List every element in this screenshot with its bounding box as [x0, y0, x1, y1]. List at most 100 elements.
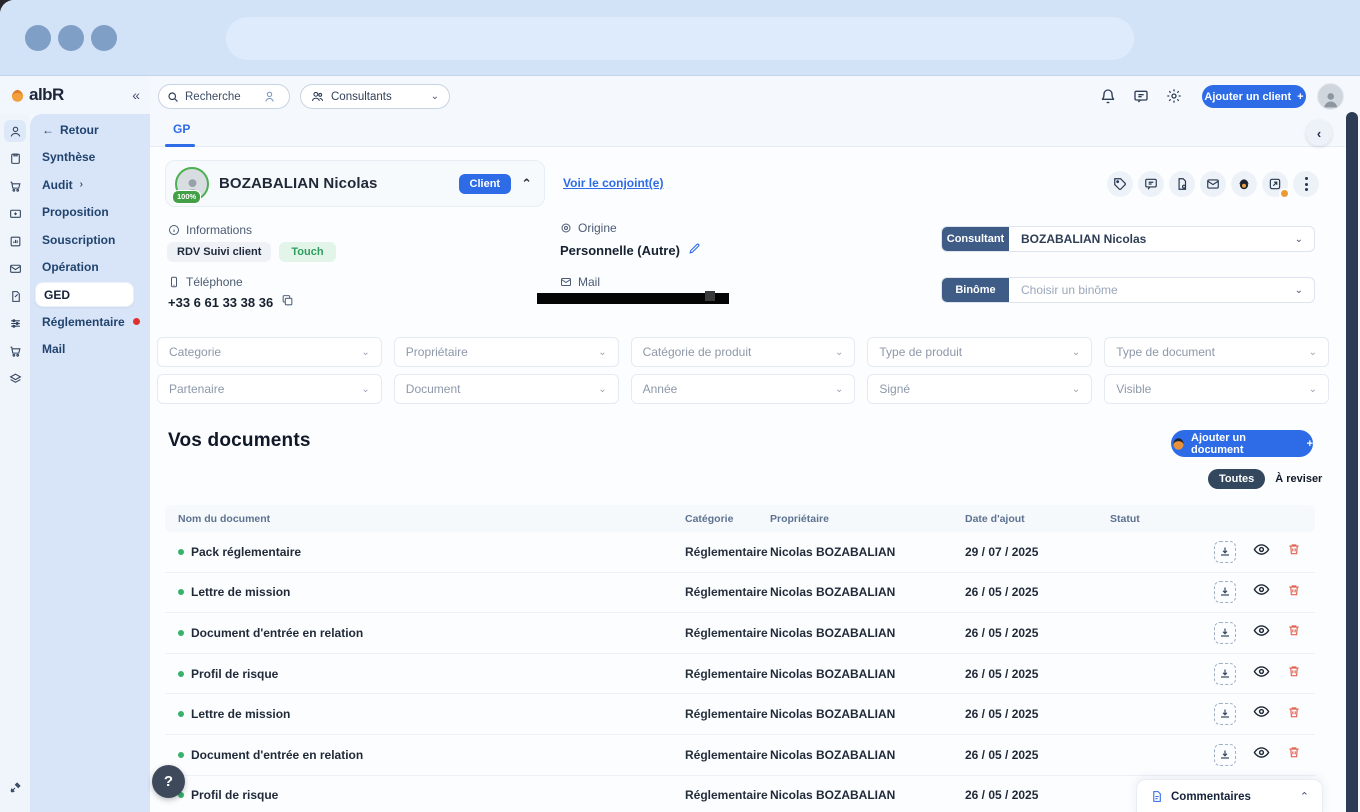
- document-edit-icon[interactable]: [4, 285, 26, 307]
- sidebar-collapse-icon[interactable]: «: [132, 87, 140, 103]
- eye-icon[interactable]: [1253, 581, 1270, 603]
- panel-collapse-button[interactable]: ‹: [1306, 120, 1332, 146]
- client-avatar: 100%: [175, 167, 209, 201]
- help-button[interactable]: ?: [152, 765, 185, 798]
- user-avatar[interactable]: [1317, 83, 1344, 110]
- user-icon[interactable]: [4, 120, 26, 142]
- trash-icon[interactable]: [1287, 542, 1301, 561]
- table-row[interactable]: Document d'entrée en relation Réglementa…: [165, 613, 1315, 654]
- table-header: Nom du document Catégorie Propriétaire D…: [165, 505, 1315, 532]
- chat-icon[interactable]: [1133, 88, 1149, 109]
- sidebar-item-ged[interactable]: GED: [35, 282, 134, 307]
- mascot-icon[interactable]: [1231, 171, 1257, 197]
- mail-label: Mail: [560, 275, 600, 289]
- consultant-select[interactable]: Consultant BOZABALIAN Nicolas ⌄: [941, 226, 1315, 252]
- comment-doc-icon: [1150, 790, 1163, 803]
- sidebar-item-mail[interactable]: Mail: [30, 336, 150, 364]
- add-client-button[interactable]: Ajouter un client +: [1202, 85, 1306, 108]
- chart-icon[interactable]: [4, 230, 26, 252]
- eye-icon[interactable]: [1253, 622, 1270, 644]
- client-summary-card[interactable]: 100% BOZABALIAN Nicolas Client ⌃: [165, 160, 545, 207]
- status-green-dot: [178, 752, 184, 758]
- eye-icon[interactable]: [1253, 541, 1270, 563]
- comments-panel[interactable]: Commentaires ⌃: [1136, 779, 1323, 812]
- add-document-button[interactable]: Ajouter un document +: [1171, 430, 1313, 457]
- sidebar-item-proposition[interactable]: Proposition: [30, 199, 150, 227]
- binome-select[interactable]: Binôme Choisir un binôme ⌄: [941, 277, 1315, 303]
- mail-icon[interactable]: [1200, 171, 1226, 197]
- trash-icon[interactable]: [1287, 583, 1301, 602]
- kebab-menu-icon[interactable]: [1293, 171, 1319, 197]
- eye-icon[interactable]: [1253, 703, 1270, 725]
- trash-icon[interactable]: [1287, 664, 1301, 683]
- table-row[interactable]: Lettre de mission Réglementaire Nicolas …: [165, 573, 1315, 614]
- eye-icon[interactable]: [1253, 744, 1270, 766]
- filter-type-document[interactable]: Type de document⌄: [1104, 337, 1329, 367]
- window-close-button[interactable]: [25, 25, 51, 51]
- edit-pencil-icon[interactable]: [688, 242, 701, 258]
- filter-document[interactable]: Document⌄: [394, 374, 619, 404]
- download-icon[interactable]: [1214, 663, 1236, 685]
- window-minimize-button[interactable]: [58, 25, 84, 51]
- copy-icon[interactable]: [281, 294, 294, 310]
- trash-icon[interactable]: [1287, 705, 1301, 724]
- table-row[interactable]: Pack réglementaire Réglementaire Nicolas…: [165, 532, 1315, 573]
- filter-categorie[interactable]: Categorie⌄: [157, 337, 382, 367]
- chevron-up-icon[interactable]: ⌃: [521, 176, 532, 192]
- table-row[interactable]: Profil de risque Réglementaire Nicolas B…: [165, 654, 1315, 695]
- filter-visible[interactable]: Visible⌄: [1104, 374, 1329, 404]
- envelope-icon[interactable]: [4, 258, 26, 280]
- filter-proprietaire[interactable]: Propriétaire⌄: [394, 337, 619, 367]
- filter-categorie-produit[interactable]: Catégorie de produit⌄: [631, 337, 856, 367]
- table-row[interactable]: Lettre de mission Réglementaire Nicolas …: [165, 694, 1315, 735]
- tools-icon[interactable]: [4, 776, 26, 798]
- download-icon[interactable]: [1214, 541, 1236, 563]
- document-gear-icon[interactable]: [1169, 171, 1195, 197]
- filter-annee[interactable]: Année⌄: [631, 374, 856, 404]
- avatar-silhouette-icon: [1322, 88, 1340, 109]
- gear-icon[interactable]: [1166, 88, 1182, 109]
- filter-partenaire[interactable]: Partenaire⌄: [157, 374, 382, 404]
- bell-icon[interactable]: [1100, 88, 1116, 109]
- comment-icon[interactable]: [1138, 171, 1164, 197]
- phone-icon: [168, 276, 180, 288]
- download-icon[interactable]: [1214, 744, 1236, 766]
- sidebar-nav: ←Retour Synthèse Audit› Proposition Sous…: [30, 114, 150, 812]
- sidebar-item-reglementaire[interactable]: Réglementaire: [30, 308, 150, 336]
- download-icon[interactable]: [1214, 703, 1236, 725]
- vertical-scrollbar[interactable]: [1346, 112, 1358, 812]
- tag-icon[interactable]: [1107, 171, 1133, 197]
- main-content: 100% BOZABALIAN Nicolas Client ⌃ Voir le…: [150, 147, 1346, 812]
- sidebar-item-synthese[interactable]: Synthèse: [30, 144, 150, 172]
- chevron-right-icon: ›: [80, 179, 83, 190]
- card-plus-icon[interactable]: [4, 203, 26, 225]
- toggle-toutes[interactable]: Toutes: [1208, 469, 1265, 489]
- external-link-icon[interactable]: [1262, 171, 1288, 197]
- search-input[interactable]: [185, 91, 257, 103]
- document-date: 26 / 05 / 2025: [965, 667, 1038, 681]
- download-icon[interactable]: [1214, 581, 1236, 603]
- window-maximize-button[interactable]: [91, 25, 117, 51]
- sidebar-item-retour[interactable]: ←Retour: [30, 116, 150, 144]
- conjoint-link[interactable]: Voir le conjoint(e): [563, 176, 663, 190]
- toggle-a-reviser[interactable]: À reviser: [1275, 473, 1322, 485]
- trash-icon[interactable]: [1287, 623, 1301, 642]
- cart-alt-icon[interactable]: [4, 340, 26, 362]
- document-filters: Categorie⌄ Propriétaire⌄ Catégorie de pr…: [157, 337, 1329, 404]
- table-row[interactable]: Document d'entrée en relation Réglementa…: [165, 735, 1315, 776]
- address-bar[interactable]: [226, 17, 1134, 60]
- filter-type-produit[interactable]: Type de produit⌄: [867, 337, 1092, 367]
- sidebar-item-audit[interactable]: Audit›: [30, 171, 150, 199]
- tab-gp[interactable]: GP: [173, 122, 190, 136]
- cart-icon[interactable]: [4, 175, 26, 197]
- filter-signe[interactable]: Signé⌄: [867, 374, 1092, 404]
- trash-icon[interactable]: [1287, 745, 1301, 764]
- sidebar-item-operation[interactable]: Opération: [30, 254, 150, 282]
- clipboard-icon[interactable]: [4, 148, 26, 170]
- sliders-icon[interactable]: [4, 313, 26, 335]
- consultants-select[interactable]: Consultants ⌄: [300, 84, 450, 109]
- sidebar-item-souscription[interactable]: Souscription: [30, 226, 150, 254]
- layers-icon[interactable]: [4, 368, 26, 390]
- eye-icon[interactable]: [1253, 663, 1270, 685]
- download-icon[interactable]: [1214, 622, 1236, 644]
